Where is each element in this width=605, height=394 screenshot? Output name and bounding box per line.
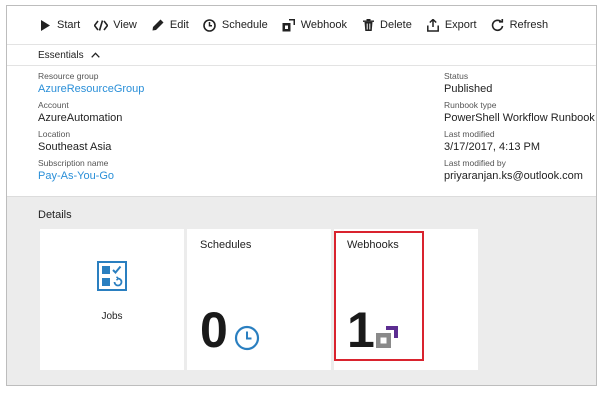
webhook-button[interactable]: Webhook — [282, 18, 347, 32]
refresh-label: Refresh — [509, 19, 549, 31]
play-icon — [38, 18, 52, 32]
last-modified-field: Last modified 3/17/2017, 4:13 PM — [444, 129, 596, 158]
delete-button[interactable]: Delete — [361, 18, 412, 32]
last-modified-value: 3/17/2017, 4:13 PM — [444, 141, 541, 153]
status-field: Status Published — [444, 71, 596, 100]
details-section: Details Jobs Schedules 0 Webhooks 1 — [7, 196, 596, 385]
schedule-label: Schedule — [221, 19, 268, 31]
command-bar: Start View Edit Schedule Webhook Delete … — [7, 6, 596, 44]
location-field: Location Southeast Asia — [38, 129, 338, 158]
schedules-count: 0 — [200, 302, 228, 358]
jobs-icon — [97, 261, 127, 296]
field-label: Account — [38, 100, 69, 110]
subscription-link[interactable]: Pay-As-You-Go — [38, 169, 338, 184]
last-modified-by-value: priyaranjan.ks@outlook.com — [444, 170, 583, 182]
export-icon — [426, 18, 440, 32]
field-label: Resource group — [38, 71, 99, 81]
essentials-title: Essentials — [38, 49, 84, 61]
edit-label: Edit — [169, 19, 189, 31]
refresh-button[interactable]: Refresh — [491, 18, 549, 32]
field-label: Location — [38, 129, 71, 139]
schedules-title: Schedules — [200, 239, 252, 251]
delete-label: Delete — [380, 19, 412, 31]
pencil-icon — [151, 18, 165, 32]
export-label: Export — [444, 19, 477, 31]
account-field: Account AzureAutomation — [38, 100, 338, 129]
chevron-up-icon — [90, 52, 100, 58]
edit-button[interactable]: Edit — [151, 18, 189, 32]
code-icon — [94, 18, 109, 32]
view-button[interactable]: View — [94, 18, 137, 32]
location-value: Southeast Asia — [38, 141, 112, 153]
webhook-icon — [282, 18, 296, 32]
essentials-left-column: Resource group AzureResourceGroup Accoun… — [38, 71, 338, 187]
last-modified-by-field: Last modified by priyaranjan.ks@outlook.… — [444, 158, 596, 187]
subscription-field: Subscription name Pay-As-You-Go — [38, 158, 338, 187]
view-label: View — [113, 19, 137, 31]
runbook-type-value: PowerShell Workflow Runbook — [444, 112, 595, 124]
status-value: Published — [444, 83, 493, 95]
field-label: Subscription name — [38, 158, 109, 168]
webhooks-tile[interactable]: Webhooks 1 — [334, 229, 478, 370]
resource-group-field: Resource group AzureResourceGroup — [38, 71, 338, 100]
start-button[interactable]: Start — [38, 18, 80, 32]
essentials-toggle[interactable]: Essentials — [7, 44, 596, 66]
field-label: Last modified — [444, 129, 495, 139]
webhooks-count: 1 — [347, 302, 375, 358]
schedule-button[interactable]: Schedule — [203, 18, 268, 32]
runbook-type-field: Runbook type PowerShell Workflow Runbook — [444, 100, 596, 129]
details-title: Details — [38, 209, 72, 221]
account-value: AzureAutomation — [38, 112, 123, 124]
refresh-icon — [491, 18, 505, 32]
clock-icon — [203, 18, 217, 32]
clock-icon — [234, 325, 260, 356]
field-label: Runbook type — [444, 100, 497, 110]
field-label: Status — [444, 71, 469, 81]
webhook-label: Webhook — [300, 19, 348, 31]
jobs-label: Jobs — [101, 311, 123, 322]
webhooks-title: Webhooks — [347, 239, 399, 251]
webhook-icon — [374, 324, 400, 355]
jobs-tile[interactable]: Jobs — [40, 229, 184, 370]
field-label: Last modified by — [444, 158, 506, 168]
start-label: Start — [57, 19, 81, 31]
export-button[interactable]: Export — [426, 18, 477, 32]
runbook-blade: Start View Edit Schedule Webhook Delete … — [6, 5, 597, 386]
schedules-tile[interactable]: Schedules 0 — [187, 229, 331, 370]
resource-group-link[interactable]: AzureResourceGroup — [38, 82, 338, 97]
trash-icon — [361, 18, 375, 32]
essentials-right-column: Status Published Runbook type PowerShell… — [444, 71, 596, 187]
essentials-panel: Resource group AzureResourceGroup Accoun… — [38, 71, 595, 191]
